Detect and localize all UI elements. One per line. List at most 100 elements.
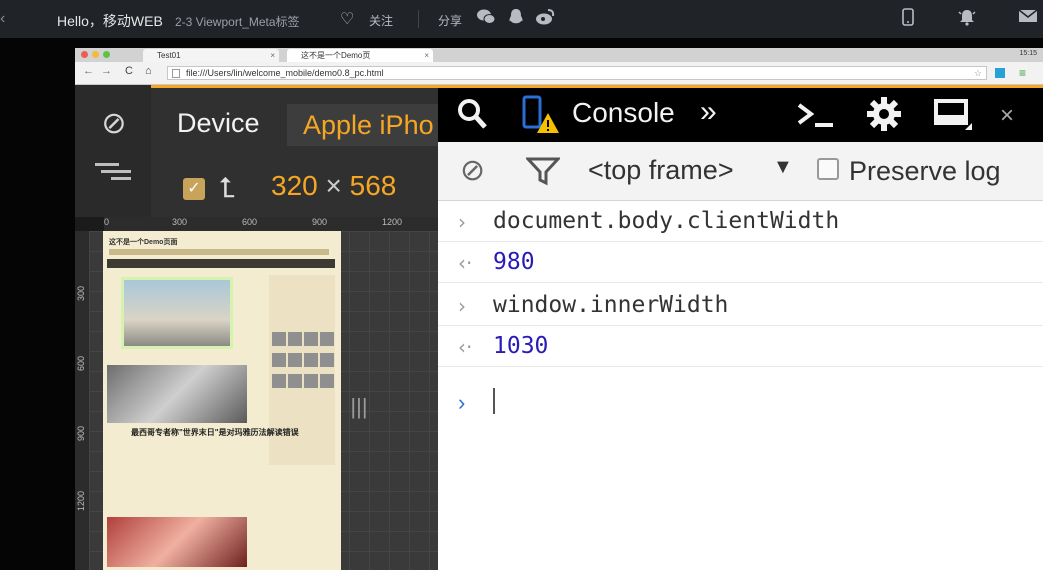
device-emulation-pane: ⊘ Device Apple iPho ✓ ⮤ 320 × 568 0 300 bbox=[75, 85, 438, 570]
device-mode-icon[interactable] bbox=[522, 95, 560, 140]
back-arrow-icon[interactable]: ← bbox=[83, 65, 94, 77]
console-drawer-icon[interactable] bbox=[796, 101, 836, 136]
article-image bbox=[107, 517, 247, 567]
console-filter-bar: ⊘ <top frame> ▼ Preserve log bbox=[438, 142, 1043, 201]
devtools-panel: Console » × ⊘ <top frame> ▼ Preserve log… bbox=[438, 85, 1043, 570]
back-chevron-icon[interactable]: ‹ bbox=[0, 10, 5, 28]
close-window-icon[interactable] bbox=[81, 51, 88, 58]
follow-button[interactable]: 关注 bbox=[369, 12, 393, 29]
device-select[interactable]: Apple iPho bbox=[287, 104, 438, 146]
extension-icon[interactable] bbox=[995, 68, 1005, 78]
ruler-tick: 900 bbox=[76, 425, 86, 441]
input-prompt-icon: › bbox=[458, 294, 466, 318]
mobile-icon[interactable] bbox=[897, 8, 919, 30]
console-input-caret[interactable] bbox=[493, 388, 495, 414]
url-text: file:///Users/lin/welcome_mobile/demo0.8… bbox=[186, 68, 384, 78]
ruler-tick: 1200 bbox=[76, 490, 86, 511]
console-result: 980 bbox=[493, 249, 535, 275]
tab-test01[interactable]: Test01 × bbox=[143, 49, 279, 62]
reload-icon[interactable]: C bbox=[125, 65, 133, 77]
share-label: 分享 bbox=[438, 14, 463, 28]
course-title[interactable]: Hello，移动WEB bbox=[57, 11, 163, 31]
close-tab-icon[interactable]: × bbox=[270, 49, 275, 62]
width-value[interactable]: 320 bbox=[271, 170, 318, 201]
dropdown-arrow-icon[interactable]: ▼ bbox=[773, 156, 793, 179]
console-input-line: › document.body.clientWidth bbox=[438, 201, 1043, 242]
ruler-tick: 900 bbox=[312, 217, 328, 227]
emulated-page[interactable]: 这不是一个Demo页面 最西哥专者称"世界末日"是对玛雅历法解读错误 bbox=[103, 231, 341, 570]
divider bbox=[418, 10, 419, 28]
tab-label: 这不是一个Demo页 bbox=[301, 51, 371, 60]
tab-console[interactable]: Console bbox=[572, 97, 675, 129]
close-devtools-icon[interactable]: × bbox=[1000, 102, 1014, 130]
mail-icon[interactable] bbox=[1017, 8, 1039, 30]
hero-image bbox=[121, 277, 233, 349]
console-command: document.body.clientWidth bbox=[493, 208, 840, 234]
ruler-tick: 600 bbox=[76, 355, 86, 371]
more-tabs-icon[interactable]: » bbox=[700, 95, 717, 129]
devtools-toolbar: Console » × bbox=[438, 85, 1043, 142]
dimensions[interactable]: 320 × 568 bbox=[271, 170, 396, 202]
emulation-toolbar: Device Apple iPho ✓ ⮤ 320 × 568 bbox=[151, 85, 438, 217]
browser-window: Test01 × 这不是一个Demo页 × 15:15 ← → C ⌂ file:/… bbox=[75, 48, 1043, 570]
page-title: 这不是一个Demo页面 bbox=[109, 239, 178, 246]
tab-label: Test01 bbox=[157, 51, 181, 60]
clear-console-icon[interactable]: ⊘ bbox=[460, 153, 485, 188]
times-sign: × bbox=[325, 170, 342, 201]
console-result: 1030 bbox=[493, 333, 549, 359]
thumbnail-grid bbox=[271, 331, 335, 394]
vertical-ruler: 300 600 900 1200 bbox=[75, 231, 89, 570]
page-subtitle-bar bbox=[109, 249, 329, 255]
tab-demo[interactable]: 这不是一个Demo页 × bbox=[287, 49, 433, 62]
output-arrow-icon: ‹· bbox=[458, 251, 473, 275]
url-field[interactable]: file:///Users/lin/welcome_mobile/demo0.8… bbox=[167, 66, 987, 80]
input-prompt-icon: › bbox=[458, 210, 466, 234]
clock: 15:15 bbox=[1019, 50, 1037, 57]
close-tab-icon[interactable]: × bbox=[424, 49, 429, 62]
article-heading: 最西哥专者称"世界末日"是对玛雅历法解读错误 bbox=[131, 428, 299, 437]
dock-side-icon[interactable] bbox=[934, 99, 974, 136]
output-arrow-icon: ‹· bbox=[458, 335, 473, 359]
media-queries-icon[interactable] bbox=[95, 163, 135, 193]
page-icon bbox=[172, 69, 180, 78]
article-image bbox=[107, 365, 247, 423]
filter-funnel-icon[interactable] bbox=[524, 156, 562, 191]
video-player[interactable]: Test01 × 这不是一个Demo页 × 15:15 ← → C ⌂ file:/… bbox=[0, 38, 1043, 570]
forward-arrow-icon[interactable]: → bbox=[101, 65, 112, 77]
preserve-log-label[interactable]: Preserve log bbox=[849, 156, 1001, 187]
console-input-line: › window.innerWidth bbox=[438, 285, 1043, 326]
lesson-title: 2-3 Viewport_Meta标签 bbox=[175, 15, 300, 29]
frame-select[interactable]: <top frame> bbox=[588, 155, 734, 186]
search-icon[interactable] bbox=[456, 97, 488, 136]
console-output-line: ‹· 980 bbox=[438, 242, 1043, 283]
bookmark-star-icon[interactable]: ☆ bbox=[974, 67, 982, 80]
weibo-icon[interactable] bbox=[535, 8, 555, 28]
height-value[interactable]: 568 bbox=[350, 170, 397, 201]
ruler-tick: 300 bbox=[172, 217, 188, 227]
wechat-icon[interactable] bbox=[476, 8, 496, 28]
qq-icon[interactable] bbox=[506, 8, 526, 28]
horizontal-ruler: 0 300 600 900 1200 bbox=[104, 217, 438, 232]
console-prompt-icon: › bbox=[458, 390, 466, 415]
tab-strip: Test01 × 这不是一个Demo页 × 15:15 bbox=[75, 48, 1043, 62]
address-bar-row: ← → C ⌂ file:///Users/lin/welcome_mobile… bbox=[75, 62, 1043, 85]
ruler-tick: 600 bbox=[242, 217, 258, 227]
heart-icon[interactable]: ♡ bbox=[340, 9, 354, 29]
block-icon[interactable]: ⊘ bbox=[97, 107, 131, 141]
settings-gear-icon[interactable] bbox=[866, 96, 902, 137]
device-label: Device bbox=[177, 108, 260, 138]
console-command: window.innerWidth bbox=[493, 292, 729, 318]
fit-checkbox[interactable]: ✓ bbox=[183, 178, 205, 200]
minimize-window-icon[interactable] bbox=[92, 51, 99, 58]
ruler-tick: 0 bbox=[104, 217, 110, 227]
notification-bell-icon[interactable] bbox=[956, 8, 978, 30]
swap-dimensions-icon[interactable]: ⮤ bbox=[219, 172, 236, 205]
course-header-bar: ‹ Hello，移动WEB 2-3 Viewport_Meta标签 ♡ 关注 分… bbox=[0, 0, 1043, 38]
home-icon[interactable]: ⌂ bbox=[145, 65, 152, 77]
emulation-sidebar: ⊘ bbox=[75, 85, 151, 217]
menu-icon[interactable]: ≡ bbox=[1019, 66, 1026, 80]
resize-handle[interactable]: ||| bbox=[350, 393, 368, 421]
ruler-tick: 1200 bbox=[382, 217, 403, 227]
maximize-window-icon[interactable] bbox=[103, 51, 110, 58]
preserve-log-checkbox[interactable] bbox=[817, 158, 839, 180]
